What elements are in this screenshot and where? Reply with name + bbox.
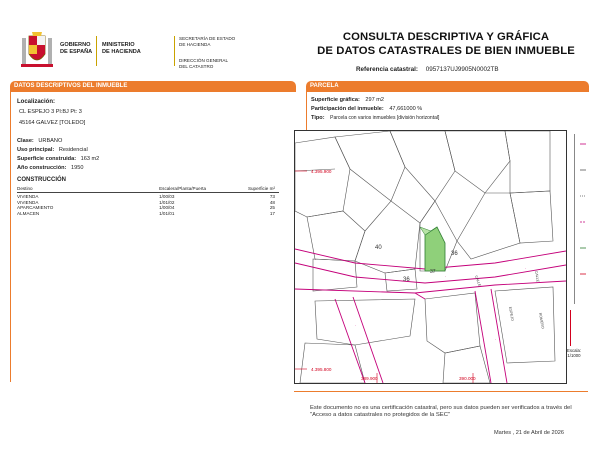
sup-grafica-row: Superficie gráfica: 297 m2 [311, 97, 384, 104]
map-legend [566, 130, 588, 350]
cadastral-map[interactable]: · · · · · · 40 36 36 37 CALLE ESPEJO CALLE R… [294, 130, 567, 384]
tipo-row: Tipo: Parcela con varios inmuebles [divi… [311, 115, 439, 122]
coat-of-arms-icon [21, 32, 53, 67]
map-scale: Escala: 1/1000 [560, 348, 588, 358]
svg-text:·: · [525, 266, 526, 271]
parcel-number: 37 [430, 269, 436, 275]
superficie-label: Superficie construida: [17, 156, 77, 162]
datos-frame [10, 92, 297, 382]
sup-grafica-value: 297 m2 [365, 97, 385, 103]
parcel-number: 36 [403, 277, 410, 283]
gobierno-line-2: DE ESPAÑA [60, 49, 93, 55]
localizacion-label: Localización: [17, 99, 56, 105]
coord-x-left: 389.900 [361, 376, 378, 381]
scale-value: 1/1000 [567, 353, 581, 359]
datos-section-header: DATOS DESCRIPTIVOS DEL INMUEBLE [10, 81, 296, 92]
ref-value: 0957137UJ9905N0002TB [425, 66, 499, 73]
coord-y-top: 4.395.900 [311, 169, 332, 174]
superficie-row: Superficie construida: 163 m2 [17, 156, 99, 163]
anio-value: 1950 [70, 165, 84, 171]
address-line-1: CL ESPEJO 3 Pl:BJ Pt: 3 [19, 109, 82, 115]
street-label: ESPEJO [508, 306, 514, 321]
parcel-number: 40 [375, 245, 382, 251]
svg-text:·: · [495, 337, 496, 342]
ref-label: Referencia catastral: [356, 66, 418, 73]
uso-row: Uso principal: Residencial [17, 147, 88, 154]
tipo-value: Parcela con varios inmuebles [división h… [330, 115, 440, 121]
cadastral-reference: Referencia catastral: 0957137UJ9905N0002… [356, 66, 499, 73]
street-label: ROMERO [538, 312, 545, 329]
catastro-logo: GOBIERNO DE ESPAÑA MINISTERIO DE HACIEND… [12, 28, 302, 76]
table-row: ALMACEN 1/01/01 17 [17, 210, 279, 216]
coord-x-right: 390.000 [459, 376, 476, 381]
uso-value: Residencial [58, 147, 88, 153]
street-label: CALLE [534, 270, 540, 283]
highlighted-parcel [424, 226, 446, 272]
svg-text:·: · [445, 274, 446, 279]
ministerio-line-1: MINISTERIO [102, 42, 135, 48]
document-date: Martes , 21 de Abril de 2026 [494, 430, 564, 436]
title-line-1: CONSULTA DESCRIPTIVA Y GRÁFICA [342, 31, 550, 43]
map-drawing: · · · · · · 40 36 36 37 CALLE ESPEJO CALLE R… [294, 130, 567, 384]
row-epp: 1/01/01 [159, 211, 175, 217]
address-line-2: 45164 GALVEZ [TOLEDO] [19, 120, 86, 126]
verification-notice: Este documento no es una certificación c… [310, 405, 572, 419]
participacion-label: Participación del inmueble: [311, 106, 384, 112]
svg-text:·: · [355, 323, 356, 328]
gobierno-line-1: GOBIERNO [60, 42, 91, 48]
direccion-line-2: DEL CATASTRO [179, 63, 214, 69]
svg-text:·: · [315, 257, 316, 262]
clase-value: URBANO [38, 138, 63, 144]
anio-row: Año construcción: 1950 [17, 165, 83, 172]
datos-section-title: DATOS DESCRIPTIVOS DEL INMUEBLE [14, 83, 128, 89]
participacion-row: Participación del inmueble: 47,661000 % [311, 106, 422, 113]
superficie-value: 163 m2 [80, 156, 100, 162]
legend-drawing [570, 134, 586, 346]
direccion-line-1: DIRECCIÓN GENERAL [179, 58, 229, 63]
svg-text:·: · [385, 270, 386, 275]
row-destino: ALMACEN [17, 211, 40, 217]
title-line-2: DE DATOS CATASTRALES DE BIEN INMUEBLE [317, 45, 575, 57]
row-sup: 17 [269, 211, 275, 217]
tipo-label: Tipo: [311, 115, 325, 121]
secretaria-line-1: SECRETARÍA DE ESTADO [179, 36, 236, 41]
uso-label: Uso principal: [17, 147, 55, 153]
participacion-value: 47,661000 % [389, 106, 423, 112]
page-title: CONSULTA DESCRIPTIVA Y GRÁFICA DE DATOS … [306, 30, 586, 58]
construccion-table: Destino Escalera/Planta/Puerta Superfici… [17, 186, 279, 216]
ministerio-line-2: DE HACIENDA [102, 49, 141, 55]
street-label: CALLE [474, 275, 482, 288]
anio-label: Año construcción: [17, 165, 67, 171]
secretaria-line-2: DE HACIENDA [179, 41, 211, 47]
coord-y-bottom: 4.395.800 [311, 367, 332, 372]
parcela-section-header: PARCELA [306, 81, 589, 92]
sup-grafica-label: Superficie gráfica: [311, 97, 360, 103]
parcela-section-title: PARCELA [310, 83, 339, 89]
construccion-title: CONSTRUCCIÓN [17, 177, 66, 183]
parcel-number: 36 [451, 251, 458, 257]
clase-row: Clase: URBANO [17, 138, 62, 145]
clase-label: Clase: [17, 138, 34, 144]
